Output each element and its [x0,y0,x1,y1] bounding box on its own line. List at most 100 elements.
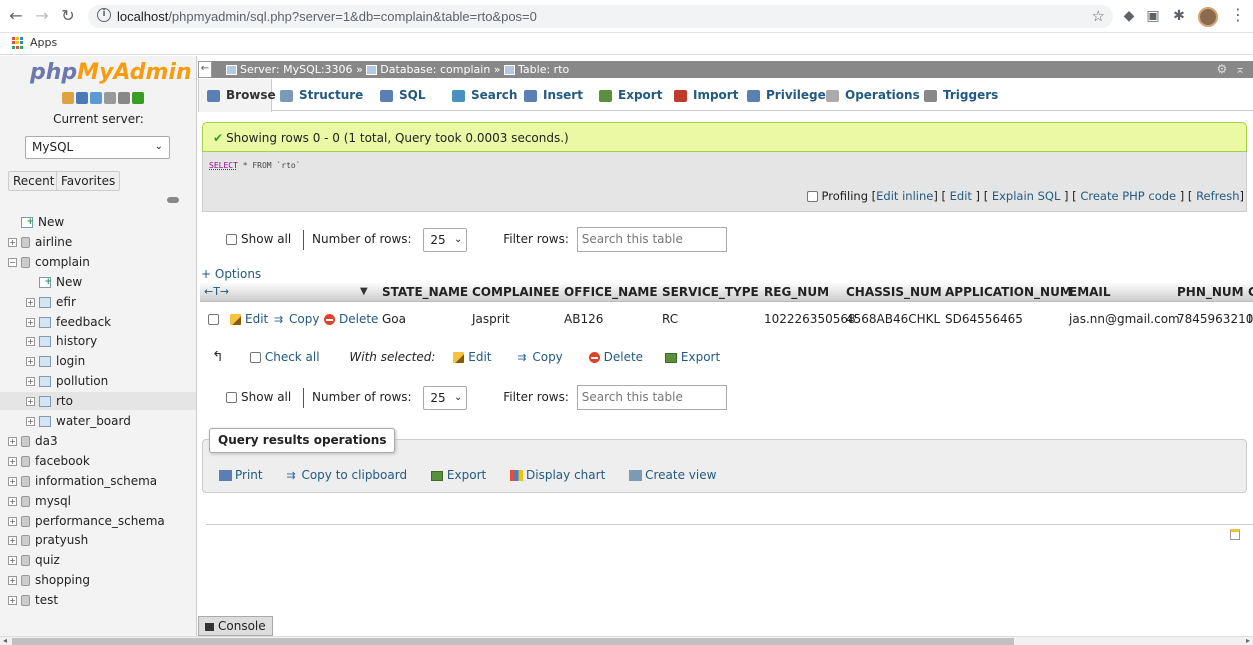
expand-icon[interactable]: + [26,377,35,387]
tab-browse[interactable]: Browse [198,79,276,112]
selected-delete-button[interactable]: Delete [588,350,643,364]
tree-item-water-board[interactable]: + water_board [0,412,196,430]
menu-icon[interactable]: ⋮ [1230,5,1246,24]
column-header-state-name[interactable]: STATE_NAME [382,282,468,302]
expand-icon[interactable]: + [8,476,17,486]
column-header-email[interactable]: EMAIL [1069,282,1111,302]
sort-caret-icon[interactable]: ▼ [360,282,368,302]
expand-icon[interactable]: + [8,576,17,586]
cell-state-name[interactable]: Goa [382,306,406,332]
refresh-link[interactable]: Refresh [1196,189,1239,203]
tree-item-complain[interactable]: − complain [0,253,196,271]
row-checkbox[interactable] [208,306,223,332]
cell-office-name[interactable]: AB126 [564,306,603,332]
expand-icon[interactable]: + [8,596,17,606]
settings-icon[interactable] [118,92,130,104]
expand-icon[interactable]: + [26,417,35,426]
filter-rows-input[interactable]: Search this table [576,385,727,410]
edit-link[interactable]: Edit [950,189,972,203]
breadcrumb-table[interactable]: Table: rto [518,63,569,76]
tree-item-pratyush[interactable]: + pratyush [0,531,196,549]
extension-icon[interactable]: ▣ [1144,7,1162,25]
expand-icon[interactable]: + [8,436,17,446]
tree-item-performance-schema[interactable]: + performance_schema [0,512,196,530]
sql-query-text[interactable]: SELECT * FROM `rto` [209,161,301,170]
info-icon[interactable]: i [97,8,111,22]
copy-to-clipboard-link[interactable]: ⇉ Copy to clipboard [286,468,407,482]
cell-service-type[interactable]: RC [662,306,678,332]
expand-icon[interactable]: + [8,516,17,526]
apps-grid-icon[interactable] [12,37,24,49]
expand-icon[interactable]: + [8,556,17,566]
selected-copy-button[interactable]: ⇉ Copy [517,350,562,364]
tree-item-login[interactable]: + login [0,352,196,370]
tree-item-test[interactable]: + test [0,591,196,609]
console-button[interactable]: Console [198,616,273,636]
tab-operations[interactable]: Operations [818,79,920,111]
create-view-link[interactable]: Create view [629,468,716,482]
row-copy-link[interactable]: ⇉ Copy [274,306,319,332]
help-icon[interactable] [90,92,102,104]
logout-icon[interactable] [76,92,88,104]
collapse-icon[interactable]: − [8,257,17,267]
tree-item-information-schema[interactable]: + information_schema [0,472,196,490]
tab-triggers[interactable]: Triggers [916,79,998,111]
row-edit-link[interactable]: Edit [230,306,268,332]
server-select[interactable]: MySQL ⌄ [25,136,170,159]
phpmyadmin-logo[interactable]: phpMyAdmin [30,60,192,85]
puzzle-icon[interactable]: ✱ [1170,7,1188,25]
tree-item-facebook[interactable]: + facebook [0,452,196,470]
tree-item-history[interactable]: + history [0,332,196,350]
tree-item-feedback[interactable]: + feedback [0,313,196,331]
tree-item-mysql[interactable]: + mysql [0,492,196,510]
collapse-icon[interactable]: ← [198,61,212,78]
expand-icon[interactable]: + [8,237,17,247]
collapse-top-icon[interactable]: ⌅ [1235,62,1245,76]
home-icon[interactable] [62,92,74,104]
cell-email[interactable]: jas.nn@gmail.com [1069,306,1180,332]
expand-icon[interactable]: + [26,397,35,407]
rows-per-page-select[interactable]: 25 ⌄ [423,385,468,410]
tab-export[interactable]: Export [591,79,662,111]
expand-icon[interactable]: + [26,357,35,367]
expand-icon[interactable]: + [26,297,35,307]
tab-search[interactable]: Search [444,79,517,111]
link-icon[interactable] [167,197,179,203]
show-all-checkbox[interactable] [226,392,237,403]
selected-edit-button[interactable]: Edit [453,350,492,364]
breadcrumb-server[interactable]: Server: MySQL:3306 [240,63,353,76]
tree-item-da3[interactable]: + da3 [0,432,196,450]
reload-nav-icon[interactable] [132,92,144,104]
row-delete-link[interactable]: Delete [324,306,378,332]
horizontal-scrollbar[interactable]: ◂ ▸ [0,636,1253,645]
tree-item-airline[interactable]: + airline [0,233,196,251]
tree-item-new[interactable]: New [0,213,196,231]
cell-phn-num[interactable]: 7845963210 [1177,306,1253,332]
show-all-checkbox[interactable] [226,234,237,245]
tree-item-pollution[interactable]: + pollution [0,372,196,390]
reload-icon[interactable]: ↻ [58,6,78,26]
tab-structure[interactable]: Structure [272,79,363,111]
profiling-checkbox[interactable] [806,191,818,202]
tree-item-efir[interactable]: + efir [0,293,196,311]
cell-complainee[interactable]: Jasprit [472,306,510,332]
column-header-service-type[interactable]: SERVICE_TYPE [662,282,759,302]
expand-icon[interactable]: + [8,456,17,466]
breadcrumb-database[interactable]: Database: complain [380,63,490,76]
recent-button[interactable]: Recent [8,171,60,191]
tab-insert[interactable]: Insert [516,79,583,111]
tab-sql[interactable]: SQL [372,79,426,111]
expand-icon[interactable]: + [8,496,17,506]
favorites-button[interactable]: Favorites [56,171,121,191]
check-all-label[interactable]: Check all [265,350,320,364]
tree-item-new[interactable]: New [0,273,196,291]
docs-icon[interactable] [104,92,116,104]
options-link[interactable]: + Options [201,267,261,281]
print-link[interactable]: Print [219,468,263,482]
expand-icon[interactable]: + [26,317,35,327]
extension-icon[interactable]: ◆ [1120,7,1138,25]
tab-import[interactable]: Import [666,79,738,111]
explain-sql-link[interactable]: Explain SQL [992,189,1061,203]
profile-avatar[interactable] [1198,7,1218,27]
cell-application-num[interactable]: SD64556465 [945,306,1023,332]
